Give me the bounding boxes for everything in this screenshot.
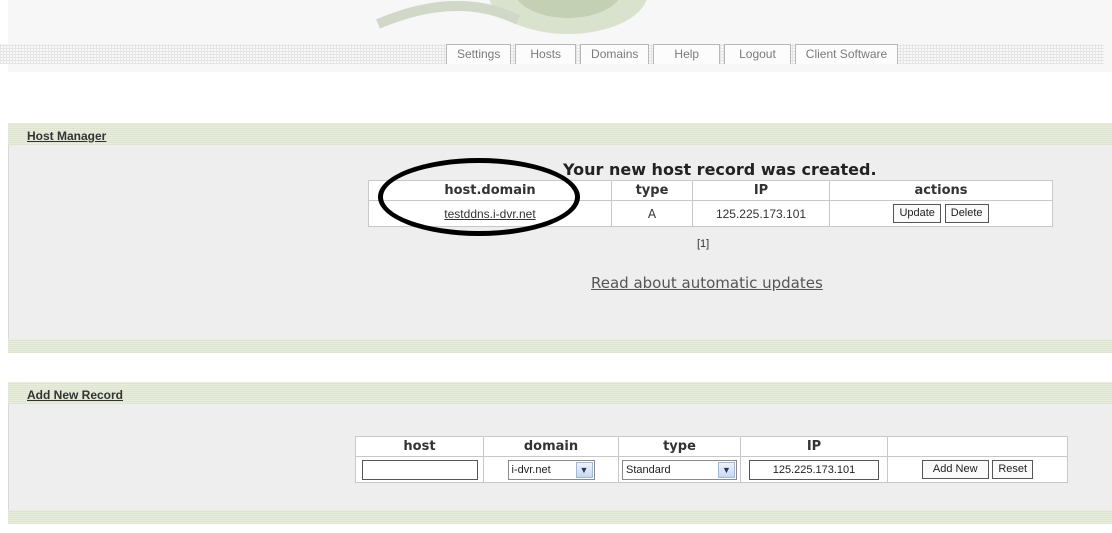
- tab-settings[interactable]: Settings: [446, 44, 512, 64]
- column-header-buttons: [887, 436, 1068, 457]
- host-manager-title[interactable]: Host Manager: [27, 129, 106, 143]
- domain-select-cell: i-dvr.net ▼: [483, 456, 619, 483]
- host-table: host.domain type IP actions testddns.i-d…: [368, 180, 1053, 227]
- add-record-title[interactable]: Add New Record: [27, 388, 123, 402]
- ip-input[interactable]: 125.225.173.101: [749, 459, 879, 480]
- success-message: Your new host record was created.: [563, 160, 877, 179]
- tab-logout[interactable]: Logout: [724, 44, 791, 64]
- column-header-ip: IP: [692, 180, 830, 201]
- host-cell: testddns.i-dvr.net: [368, 200, 612, 227]
- tab-help[interactable]: Help: [653, 44, 721, 64]
- tab-hosts[interactable]: Hosts: [515, 44, 577, 64]
- host-manager-header: Host Manager: [8, 123, 1112, 145]
- read-automatic-updates-link[interactable]: Read about automatic updates: [591, 274, 823, 292]
- buttons-cell: Add New Reset: [887, 456, 1068, 483]
- actions-cell: Update Delete: [829, 200, 1053, 227]
- host-manager-panel: [8, 145, 1112, 339]
- host-link[interactable]: testddns.i-dvr.net: [444, 207, 535, 221]
- type-select-cell: Standard ▼: [618, 456, 741, 483]
- column-header-type: type: [618, 436, 741, 457]
- tab-domains[interactable]: Domains: [580, 44, 650, 64]
- column-header-host: host: [355, 436, 484, 457]
- main-nav: Settings Hosts Domains Help Logout Clien…: [446, 44, 902, 64]
- chevron-down-icon[interactable]: ▼: [575, 461, 593, 478]
- pagination[interactable]: [1]: [697, 238, 709, 250]
- column-header-actions: actions: [829, 180, 1053, 201]
- chevron-down-icon[interactable]: ▼: [718, 461, 735, 478]
- domain-select-value: i-dvr.net: [511, 463, 551, 476]
- column-header-domain: domain: [483, 436, 619, 457]
- header-decoration: [376, 0, 647, 34]
- column-header-type: type: [611, 180, 693, 201]
- update-button[interactable]: Update: [893, 204, 941, 223]
- type-select[interactable]: Standard ▼: [622, 459, 737, 480]
- column-header-ip: IP: [740, 436, 888, 457]
- delete-button[interactable]: Delete: [944, 204, 989, 223]
- tab-client-software[interactable]: Client Software: [794, 44, 899, 64]
- add-record-table: host domain type IP i-dvr.net ▼ Standard…: [355, 436, 1068, 483]
- host-input[interactable]: [361, 459, 478, 480]
- ip-input-cell: 125.225.173.101: [740, 456, 888, 483]
- ip-cell: 125.225.173.101: [692, 200, 830, 227]
- column-header-host-domain: host.domain: [368, 180, 612, 201]
- type-select-value: Standard: [626, 463, 671, 476]
- table-row: testddns.i-dvr.net A 125.225.173.101 Upd…: [368, 200, 1053, 227]
- table-header-row: host domain type IP: [355, 436, 1068, 457]
- host-manager-footer: [8, 339, 1112, 353]
- add-record-header: Add New Record: [8, 382, 1112, 404]
- host-input-cell: [355, 456, 484, 483]
- add-new-button[interactable]: Add New: [921, 460, 989, 479]
- domain-select[interactable]: i-dvr.net ▼: [507, 459, 595, 480]
- table-header-row: host.domain type IP actions: [368, 180, 1053, 201]
- reset-button[interactable]: Reset: [992, 460, 1034, 479]
- table-row: i-dvr.net ▼ Standard ▼ 125.225.173.101 A…: [355, 456, 1068, 483]
- add-record-footer: [8, 510, 1112, 524]
- type-cell: A: [611, 200, 693, 227]
